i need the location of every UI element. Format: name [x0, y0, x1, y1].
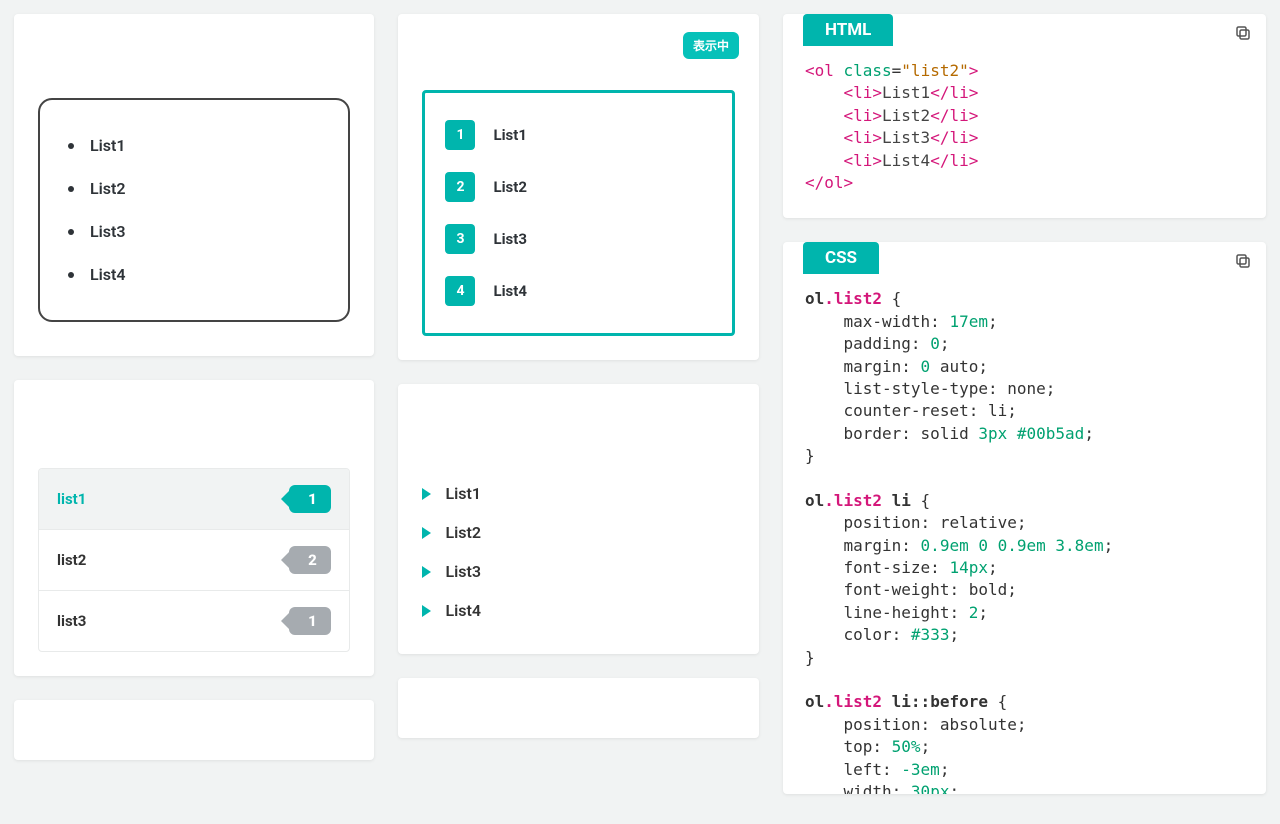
bullet-list-frame: List1 List2 List3 List4 [38, 98, 350, 322]
pill-row[interactable]: list1 1 [39, 469, 349, 530]
count-badge: 1 [289, 607, 331, 635]
list-item: 2 List2 [445, 161, 711, 213]
chevron-right-icon [422, 566, 431, 578]
code-panel-html: HTML <ol class="list2"> <li>List1</li> <… [783, 14, 1266, 218]
code-panel-css: CSS ol.list2 { max-width: 17em; padding:… [783, 242, 1266, 794]
list-item: 4 List4 [445, 265, 711, 317]
count-badge: 1 [289, 485, 331, 513]
list-item-label: List2 [493, 178, 526, 196]
count-badge: 2 [289, 546, 331, 574]
pill-row-label: list2 [57, 551, 86, 569]
preview-card-empty [398, 678, 758, 738]
current-badge: 表示中 [683, 32, 739, 59]
code-block: <ol class="list2"> <li>List1</li> <li>Li… [783, 46, 1266, 218]
list-item: 3 List3 [445, 213, 711, 265]
list-item: List1 [422, 474, 734, 513]
list-item: List4 [422, 591, 734, 630]
copy-icon[interactable] [1234, 252, 1252, 270]
code-scroll[interactable]: ol.list2 { max-width: 17em; padding: 0; … [783, 274, 1266, 794]
code-tab-css: CSS [803, 242, 879, 274]
copy-icon[interactable] [1234, 24, 1252, 42]
list-item-label: List3 [445, 562, 481, 581]
chevron-right-icon [422, 527, 431, 539]
list-item: List2 [422, 513, 734, 552]
number-marker: 3 [445, 224, 475, 254]
list-item-label: List1 [445, 484, 481, 503]
number-marker: 2 [445, 172, 475, 202]
number-marker: 1 [445, 120, 475, 150]
preview-card-empty [14, 700, 374, 760]
list-item-label: List2 [445, 523, 481, 542]
list-item: List3 [422, 552, 734, 591]
list-item-label: List4 [493, 282, 526, 300]
pill-row-label: list3 [57, 612, 86, 630]
pill-list: list1 1 list2 2 list3 1 [38, 468, 350, 652]
chevron-right-icon [422, 488, 431, 500]
preview-card-pill-list: list1 1 list2 2 list3 1 [14, 380, 374, 676]
chevron-right-icon [422, 605, 431, 617]
code-tab-html: HTML [803, 14, 893, 46]
numbered-list-frame: 1 List1 2 List2 3 List3 4 List4 [422, 90, 734, 336]
list-item-label: List3 [493, 230, 526, 248]
pill-row-label: list1 [57, 490, 86, 508]
list-item-label: List4 [445, 601, 481, 620]
list-item-label: List1 [493, 126, 526, 144]
preview-card-current: 表示中 1 List1 2 List2 3 List3 [398, 14, 758, 360]
list-item: List1 [68, 124, 320, 167]
preview-card-chevron-list: List1 List2 List3 List4 [398, 384, 758, 654]
list-item: List4 [68, 253, 320, 296]
list-item: 1 List1 [445, 109, 711, 161]
pill-row[interactable]: list2 2 [39, 530, 349, 591]
list-item: List3 [68, 210, 320, 253]
preview-card-bullet-list: List1 List2 List3 List4 [14, 14, 374, 356]
pill-row[interactable]: list3 1 [39, 591, 349, 651]
number-marker: 4 [445, 276, 475, 306]
code-block: ol.list2 { max-width: 17em; padding: 0; … [783, 274, 1266, 794]
list-item: List2 [68, 167, 320, 210]
